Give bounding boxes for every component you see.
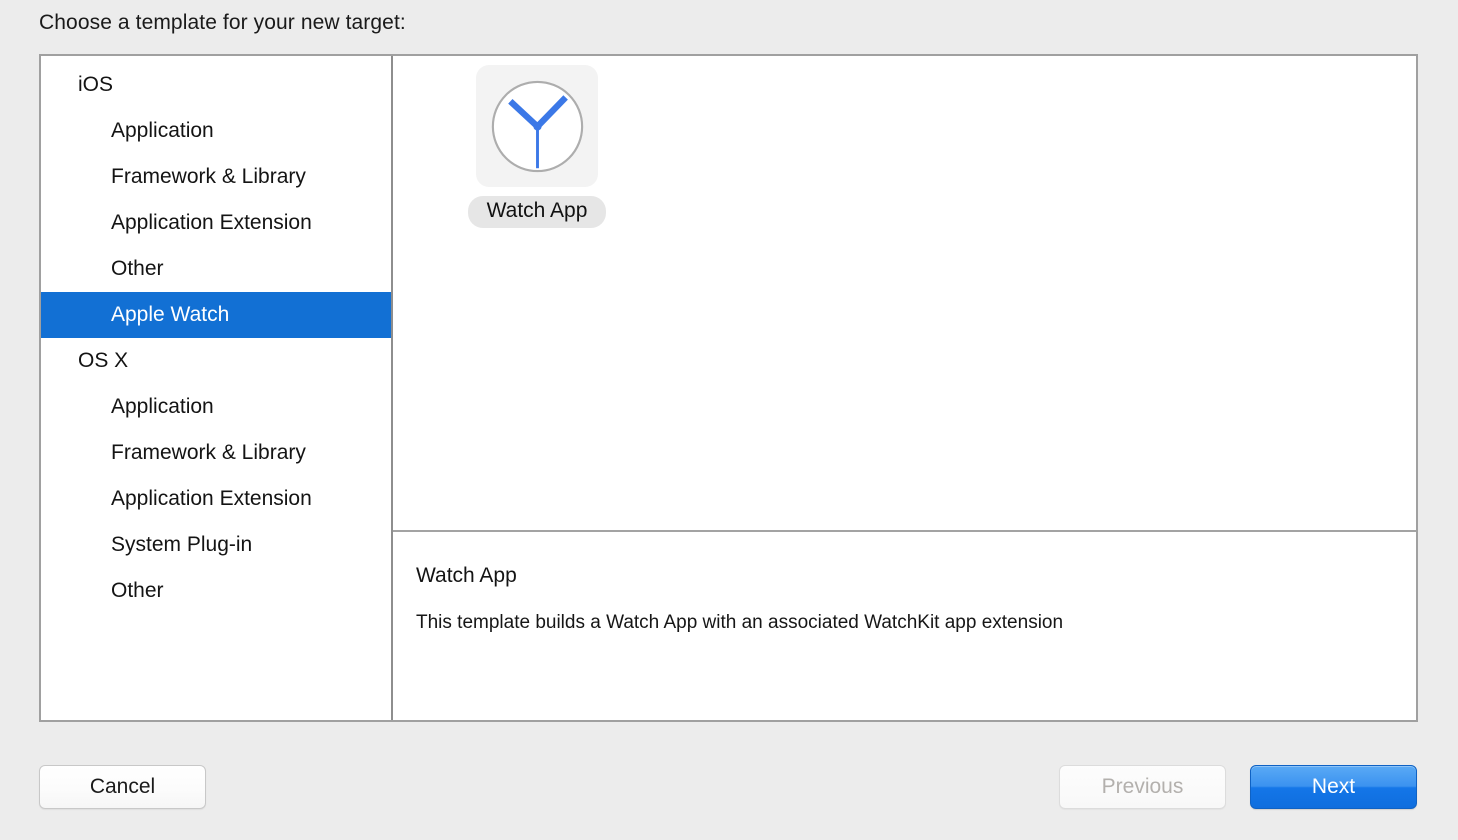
cancel-button[interactable]: Cancel xyxy=(39,765,206,809)
category-group: iOS Application Framework & Library Applica… xyxy=(41,62,391,338)
category-group: OS X Application Framework & Library Applic… xyxy=(41,338,391,614)
category-header[interactable]: iOS xyxy=(41,62,391,108)
sidebar-item-application[interactable]: Application xyxy=(41,108,391,154)
template-detail-area: Watch App Watch App This template builds… xyxy=(393,56,1416,720)
sidebar-item-framework-library[interactable]: Framework & Library xyxy=(41,430,391,476)
sidebar-item-system-plug-in[interactable]: System Plug-in xyxy=(41,522,391,568)
dialog-footer: Cancel Previous Next xyxy=(0,760,1458,840)
template-label[interactable]: Watch App xyxy=(467,196,607,229)
clock-icon xyxy=(491,80,583,172)
sidebar-item-application-extension[interactable]: Application Extension xyxy=(41,200,391,246)
next-button[interactable]: Next xyxy=(1250,765,1417,809)
category-sidebar[interactable]: iOS Application Framework & Library Applica… xyxy=(41,56,393,720)
sidebar-item-other[interactable]: Other xyxy=(41,246,391,292)
template-icon-tile[interactable] xyxy=(476,65,598,187)
sidebar-item-apple-watch[interactable]: Apple Watch xyxy=(41,292,391,338)
sidebar-item-other[interactable]: Other xyxy=(41,568,391,614)
template-chooser-panel: iOS Application Framework & Library Applica… xyxy=(39,54,1418,722)
previous-button[interactable]: Previous xyxy=(1059,765,1226,809)
sidebar-item-application[interactable]: Application xyxy=(41,384,391,430)
template-description-pane: Watch App This template builds a Watch A… xyxy=(393,532,1416,720)
template-grid[interactable]: Watch App xyxy=(393,56,1416,532)
description-body: This template builds a Watch App with an… xyxy=(416,612,1064,633)
sidebar-item-framework-library[interactable]: Framework & Library xyxy=(41,154,391,200)
description-title: Watch App xyxy=(416,564,517,587)
template-item[interactable]: Watch App xyxy=(448,62,626,229)
sidebar-item-application-extension[interactable]: Application Extension xyxy=(41,476,391,522)
category-header[interactable]: OS X xyxy=(41,338,391,384)
page-title: Choose a template for your new target: xyxy=(39,11,406,34)
